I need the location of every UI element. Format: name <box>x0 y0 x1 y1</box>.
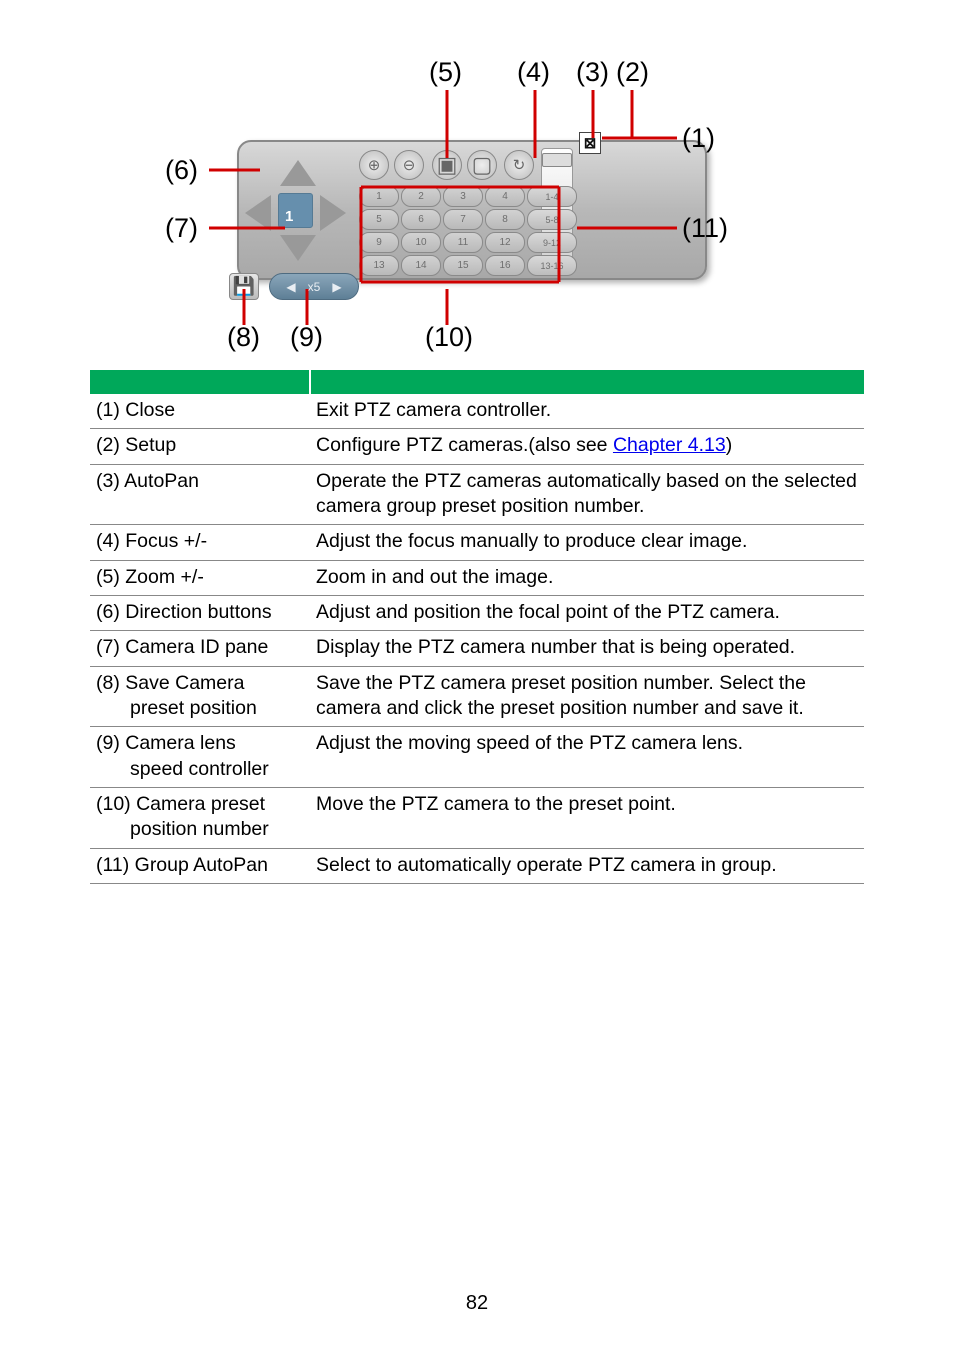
slider-knob[interactable] <box>542 153 572 167</box>
row-desc: Zoom in and out the image. <box>310 560 864 595</box>
preset-1[interactable]: 1 <box>359 186 399 207</box>
row-desc: Move the PTZ camera to the preset point. <box>310 788 864 849</box>
row-desc: Configure PTZ cameras.(also see Chapter … <box>310 429 864 464</box>
row-name: (8) Save Camerapreset position <box>90 666 310 727</box>
row-desc: Select to automatically operate PTZ came… <box>310 848 864 883</box>
speed-decrease[interactable]: ◀ <box>286 280 295 294</box>
preset-15[interactable]: 15 <box>443 255 483 276</box>
row-desc: Save the PTZ camera preset position numb… <box>310 666 864 727</box>
preset-13[interactable]: 13 <box>359 255 399 276</box>
row-desc: Operate the PTZ cameras automatically ba… <box>310 464 864 525</box>
save-preset-button[interactable]: 💾 <box>229 273 259 300</box>
callout-7: (7) <box>165 213 198 244</box>
row-name: (3) AutoPan <box>90 464 310 525</box>
preset-2[interactable]: 2 <box>401 186 441 207</box>
preset-7[interactable]: 7 <box>443 209 483 230</box>
callout-4: (4) <box>517 57 550 88</box>
ptz-panel: 1 ⊕ ⊖ ▣ ▢ ↻ ⊠ 1 2 3 4 1-4 5 6 7 8 5-8 <box>237 140 707 280</box>
dir-down[interactable] <box>280 235 316 261</box>
speed-value: x5 <box>308 280 321 294</box>
preset-10[interactable]: 10 <box>401 232 441 253</box>
table-row: (5) Zoom +/- Zoom in and out the image. <box>90 560 864 595</box>
autopan-button[interactable]: ↻ <box>504 150 534 180</box>
row-name: (9) Camera lensspeed controller <box>90 727 310 788</box>
callout-3: (3) <box>576 57 609 88</box>
preset-14[interactable]: 14 <box>401 255 441 276</box>
group-13-16[interactable]: 13-16 <box>527 255 577 276</box>
row-name: (5) Zoom +/- <box>90 560 310 595</box>
speed-controller[interactable]: ◀ x5 ▶ <box>269 273 359 300</box>
ptz-controller-diagram: 1 ⊕ ⊖ ▣ ▢ ↻ ⊠ 1 2 3 4 1-4 5 6 7 8 5-8 <box>137 60 817 350</box>
row-name: (10) Camera presetposition number <box>90 788 310 849</box>
callout-10: (10) <box>425 322 473 353</box>
table-row: (7) Camera ID pane Display the PTZ camer… <box>90 631 864 666</box>
table-row: (2) Setup Configure PTZ cameras.(also se… <box>90 429 864 464</box>
page-number: 82 <box>0 1292 954 1315</box>
row-desc: Adjust the focus manually to produce cle… <box>310 525 864 560</box>
table-row: (8) Save Camerapreset position Save the … <box>90 666 864 727</box>
row-name: (6) Direction buttons <box>90 596 310 631</box>
dir-right[interactable] <box>320 195 346 231</box>
row-desc: Adjust the moving speed of the PTZ camer… <box>310 727 864 788</box>
group-1-4[interactable]: 1-4 <box>527 186 577 207</box>
preset-9[interactable]: 9 <box>359 232 399 253</box>
preset-5[interactable]: 5 <box>359 209 399 230</box>
callout-6: (6) <box>165 155 198 186</box>
table-row: (6) Direction buttons Adjust and positio… <box>90 596 864 631</box>
chapter-link[interactable]: Chapter 4.13 <box>613 434 726 456</box>
table-row: (1) Close Exit PTZ camera controller. <box>90 394 864 429</box>
group-9-12[interactable]: 9-12 <box>527 232 577 253</box>
table-row: (10) Camera presetposition number Move t… <box>90 788 864 849</box>
preset-11[interactable]: 11 <box>443 232 483 253</box>
row-name: (7) Camera ID pane <box>90 631 310 666</box>
callout-8: (8) <box>227 322 260 353</box>
row-name: (4) Focus +/- <box>90 525 310 560</box>
table-row: (3) AutoPan Operate the PTZ cameras auto… <box>90 464 864 525</box>
row-desc: Exit PTZ camera controller. <box>310 394 864 429</box>
direction-buttons[interactable]: 1 <box>247 162 344 259</box>
group-5-8[interactable]: 5-8 <box>527 209 577 230</box>
callout-9: (9) <box>290 322 323 353</box>
preset-4[interactable]: 4 <box>485 186 525 207</box>
row-desc: Display the PTZ camera number that is be… <box>310 631 864 666</box>
focus-in-button[interactable]: ⊕ <box>359 150 389 180</box>
callout-2: (2) <box>616 57 649 88</box>
dir-up[interactable] <box>280 160 316 186</box>
preset-position-grid: 1 2 3 4 1-4 5 6 7 8 5-8 9 10 11 12 9-12 … <box>359 186 574 276</box>
callout-1: (1) <box>682 123 715 154</box>
preset-12[interactable]: 12 <box>485 232 525 253</box>
close-button[interactable]: ⊠ <box>579 132 601 154</box>
camera-id-pane: 1 <box>278 193 313 228</box>
zoom-in-button[interactable]: ▣ <box>432 150 462 180</box>
table-row: (4) Focus +/- Adjust the focus manually … <box>90 525 864 560</box>
preset-3[interactable]: 3 <box>443 186 483 207</box>
zoom-out-button[interactable]: ▢ <box>467 150 497 180</box>
speed-increase[interactable]: ▶ <box>332 280 341 294</box>
reference-table: (1) Close Exit PTZ camera controller. (2… <box>90 370 864 884</box>
preset-6[interactable]: 6 <box>401 209 441 230</box>
row-name: (2) Setup <box>90 429 310 464</box>
focus-out-button[interactable]: ⊖ <box>394 150 424 180</box>
preset-16[interactable]: 16 <box>485 255 525 276</box>
table-row: (11) Group AutoPan Select to automatical… <box>90 848 864 883</box>
preset-8[interactable]: 8 <box>485 209 525 230</box>
callout-5: (5) <box>429 57 462 88</box>
table-row: (9) Camera lensspeed controller Adjust t… <box>90 727 864 788</box>
row-name: (1) Close <box>90 394 310 429</box>
dir-left[interactable] <box>245 195 271 231</box>
row-name: (11) Group AutoPan <box>90 848 310 883</box>
row-desc: Adjust and position the focal point of t… <box>310 596 864 631</box>
callout-11: (11) <box>682 213 728 244</box>
